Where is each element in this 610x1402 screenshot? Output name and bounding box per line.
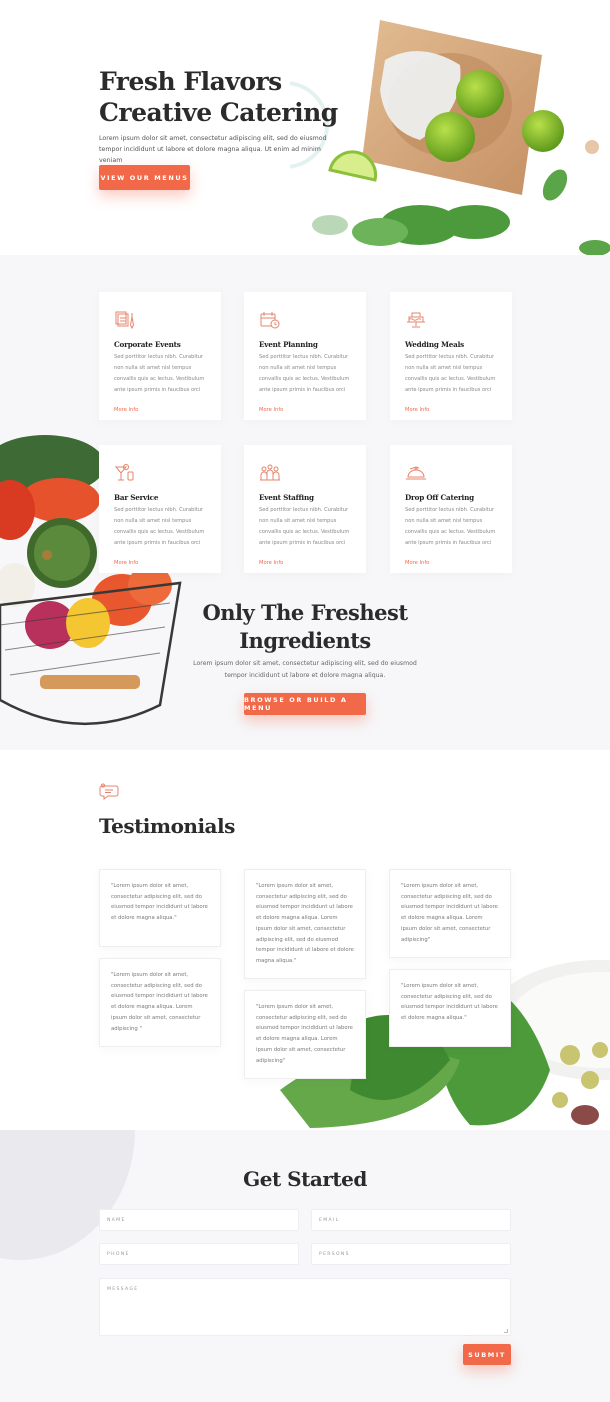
service-description: Sed porttitor lectus nibh. Curabitur non… (114, 354, 205, 393)
resize-handle-icon[interactable] (504, 1329, 508, 1333)
cloche-icon (406, 466, 426, 480)
staff-icon (260, 464, 280, 481)
testimonial-card: "Lorem ipsum dolor sit amet, consectetur… (389, 869, 511, 958)
service-card-bar-service: Bar Service Sed porttitor lectus nibh. C… (99, 445, 221, 573)
name-field[interactable]: Name (99, 1209, 299, 1231)
service-title: Bar Service (114, 493, 159, 502)
hero-title-line2: Creative Catering (99, 98, 338, 127)
calendar-icon (260, 312, 280, 329)
service-description: Sed porttitor lectus nibh. Curabitur non… (405, 507, 496, 546)
freshest-description: Lorem ipsum dolor sit amet, consectetur … (193, 660, 417, 679)
hero-title-line1: Fresh Flavors (99, 67, 282, 96)
phone-field[interactable]: Phone (99, 1243, 299, 1265)
more-info-link[interactable]: More Info (114, 560, 138, 566)
browse-menu-button[interactable]: Browse or Build a Menu (244, 693, 366, 715)
message-field[interactable]: Message (99, 1278, 511, 1336)
more-info-link[interactable]: More Info (114, 407, 138, 413)
testimonials-section: Testimonials "Lorem ipsum dolor sit amet… (0, 750, 610, 1130)
freshest-title: Only The Freshest Ingredients (180, 599, 430, 655)
service-title: Drop Off Catering (405, 493, 474, 502)
hero-description: Lorem ipsum dolor sit amet, consectetur … (99, 135, 327, 164)
limes-mint-image (290, 20, 610, 255)
email-field[interactable]: Email (311, 1209, 511, 1231)
testimonial-card: "Lorem ipsum dolor sit amet, consectetur… (99, 869, 221, 947)
service-card-event-staffing: Event Staffing Sed porttitor lectus nibh… (244, 445, 366, 573)
decorative-circle (0, 1130, 135, 1260)
testimonial-card: "Lorem ipsum dolor sit amet, consectetur… (389, 969, 511, 1047)
more-info-link[interactable]: More Info (259, 560, 283, 566)
cocktail-icon (114, 464, 134, 481)
service-description: Sed porttitor lectus nibh. Curabitur non… (259, 507, 350, 546)
service-title: Event Planning (259, 340, 318, 349)
page: Fresh Flavors Creative Catering Lorem ip… (0, 0, 610, 1402)
testimonials-title: Testimonials (99, 814, 235, 838)
more-info-link[interactable]: More Info (259, 407, 283, 413)
service-description: Sed porttitor lectus nibh. Curabitur non… (405, 354, 496, 393)
testimonial-card: "Lorem ipsum dolor sit amet, consectetur… (244, 990, 366, 1079)
freshest-title-line2: Ingredients (239, 628, 371, 653)
service-title: Corporate Events (114, 340, 181, 349)
submit-button[interactable]: Submit (463, 1344, 511, 1365)
hero-section: Fresh Flavors Creative Catering Lorem ip… (0, 0, 610, 255)
contact-section: Get Started Name Email Phone Persons Mes… (0, 1130, 610, 1402)
service-card-corporate-events: Corporate Events Sed porttitor lectus ni… (99, 292, 221, 420)
testimonial-card: "Lorem ipsum dolor sit amet, consectetur… (244, 869, 366, 979)
hero-title: Fresh Flavors Creative Catering (99, 66, 338, 128)
corporate-icon (115, 311, 135, 330)
more-info-link[interactable]: More Info (405, 560, 429, 566)
persons-field[interactable]: Persons (311, 1243, 511, 1265)
service-title: Wedding Meals (405, 340, 464, 349)
cake-icon (407, 312, 425, 328)
service-card-drop-off-catering: Drop Off Catering Sed porttitor lectus n… (390, 445, 512, 573)
more-info-link[interactable]: More Info (405, 407, 429, 413)
contact-title: Get Started (243, 1167, 367, 1191)
service-title: Event Staffing (259, 493, 314, 502)
service-description: Sed porttitor lectus nibh. Curabitur non… (114, 507, 205, 546)
freshest-title-line1: Only The Freshest (202, 600, 408, 625)
service-card-wedding-meals: Wedding Meals Sed porttitor lectus nibh.… (390, 292, 512, 420)
services-section: Corporate Events Sed porttitor lectus ni… (0, 255, 610, 750)
testimonial-card: "Lorem ipsum dolor sit amet, consectetur… (99, 958, 221, 1047)
service-card-event-planning: Event Planning Sed porttitor lectus nibh… (244, 292, 366, 420)
chat-bubble-icon (99, 783, 119, 800)
message-placeholder: Message (107, 1287, 139, 1292)
service-description: Sed porttitor lectus nibh. Curabitur non… (259, 354, 350, 393)
view-menus-button[interactable]: View Our Menus (99, 165, 190, 190)
